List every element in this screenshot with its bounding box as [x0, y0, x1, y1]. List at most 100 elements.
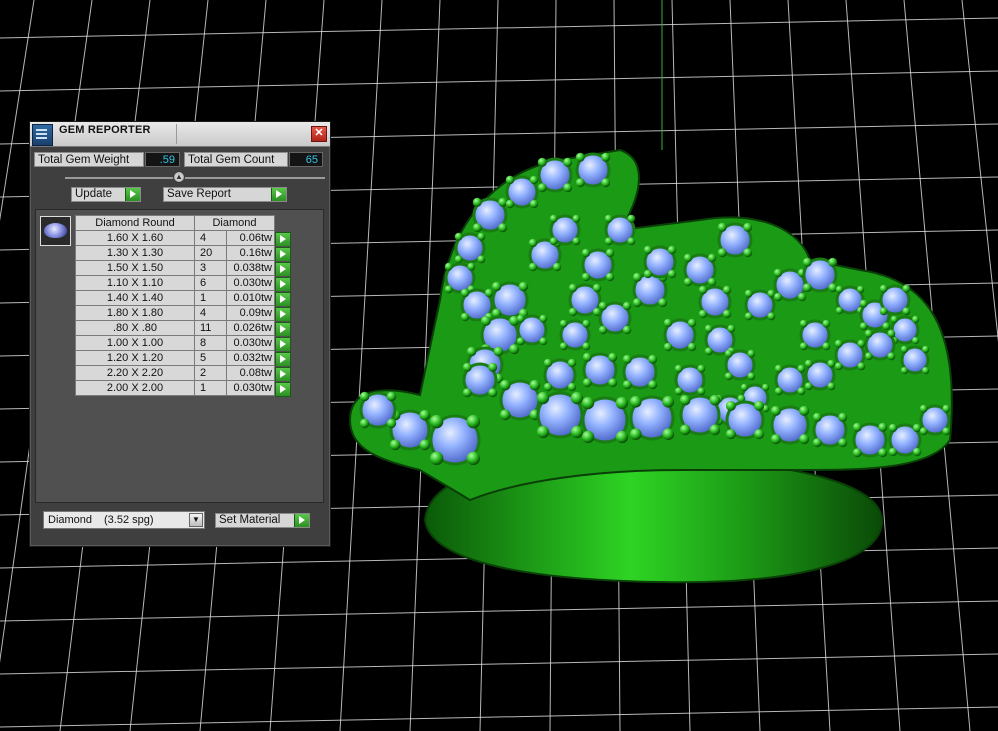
play-arrow-icon[interactable]: [275, 321, 291, 337]
gem-count: 5: [194, 350, 227, 366]
prong: [797, 387, 806, 396]
row-action[interactable]: [274, 275, 291, 292]
prong: [572, 237, 581, 246]
prong: [462, 362, 472, 372]
prong: [608, 378, 618, 388]
prong: [878, 422, 888, 432]
row-action[interactable]: [274, 290, 291, 307]
prong: [911, 315, 920, 324]
play-arrow-icon[interactable]: [275, 231, 291, 247]
table-row[interactable]: 1.10 X 1.10 6 0.030tw: [75, 275, 291, 292]
dropdown-arrow-icon[interactable]: ▼: [189, 513, 203, 527]
prong: [627, 214, 636, 223]
gem-count: 11: [194, 320, 227, 336]
prong: [773, 268, 783, 278]
play-arrow-icon[interactable]: [275, 366, 291, 382]
prong: [921, 366, 930, 375]
prong: [552, 262, 562, 272]
prong: [707, 253, 717, 263]
gem-size: 1.20 X 1.20: [75, 350, 195, 366]
table-row[interactable]: 1.00 X 1.00 8 0.030tw: [75, 335, 291, 352]
round-diamond-icon[interactable]: [40, 216, 71, 246]
slider-track[interactable]: [65, 177, 325, 179]
play-arrow-icon[interactable]: [275, 381, 291, 397]
prong: [563, 157, 573, 167]
gem-size: 1.40 X 1.40: [75, 290, 195, 306]
prong: [581, 248, 591, 258]
play-arrow-icon[interactable]: [275, 276, 291, 292]
prong: [605, 248, 615, 258]
row-action[interactable]: [274, 230, 291, 247]
prong: [359, 391, 370, 402]
table-row[interactable]: 1.40 X 1.40 1 0.010tw: [75, 290, 291, 307]
row-action[interactable]: [274, 260, 291, 277]
prong: [679, 424, 691, 436]
close-icon[interactable]: ✕: [311, 126, 327, 142]
table-row[interactable]: 2.20 X 2.20 2 0.08tw: [75, 365, 291, 382]
row-action[interactable]: [274, 350, 291, 367]
slider-knob[interactable]: ▲: [173, 171, 185, 183]
prong: [667, 245, 677, 255]
update-button[interactable]: Update: [71, 187, 141, 202]
set-material-button[interactable]: Set Material: [215, 513, 310, 528]
prong: [882, 322, 891, 331]
row-action[interactable]: [274, 305, 291, 322]
prong: [615, 396, 629, 410]
column-header-material: Diamond: [194, 215, 275, 231]
play-arrow-icon[interactable]: [275, 291, 291, 307]
material-spg: (3.52 spg): [104, 514, 154, 526]
row-action[interactable]: [274, 365, 291, 382]
grid-line: [0, 706, 998, 728]
gem-weight: 0.032tw: [226, 350, 275, 366]
prong: [570, 425, 584, 439]
play-arrow-icon[interactable]: [275, 306, 291, 322]
prong: [754, 400, 765, 411]
row-action[interactable]: [274, 335, 291, 352]
row-action[interactable]: [274, 380, 291, 397]
gem-count: 4: [194, 230, 227, 246]
prong: [799, 405, 810, 416]
material-select[interactable]: Diamond (3.52 spg) ▼: [43, 511, 205, 529]
play-arrow-icon[interactable]: [275, 246, 291, 262]
table-row[interactable]: 1.80 X 1.80 4 0.09tw: [75, 305, 291, 322]
row-action[interactable]: [274, 245, 291, 262]
gem-size: 1.60 X 1.60: [75, 230, 195, 246]
gem-table-area: Diamond Round Diamond 1.60 X 1.60 4 0.06tw…: [35, 209, 324, 503]
table-row[interactable]: 1.20 X 1.20 5 0.032tw: [75, 350, 291, 367]
prong: [509, 344, 520, 355]
prong: [648, 380, 658, 390]
prong: [797, 364, 806, 373]
table-row[interactable]: .80 X .80 11 0.026tw: [75, 320, 291, 337]
prong: [622, 380, 632, 390]
prong: [429, 451, 444, 466]
prong: [743, 248, 753, 258]
gem-count: 1: [194, 380, 227, 396]
title-bar[interactable]: GEM REPORTER ✕: [30, 122, 330, 147]
prong: [567, 382, 577, 392]
row-action[interactable]: [274, 320, 291, 337]
gem-weight: 0.16tw: [226, 245, 275, 261]
prong: [460, 288, 470, 298]
table-row[interactable]: 1.60 X 1.60 4 0.06tw: [75, 230, 291, 247]
prong: [539, 314, 548, 323]
play-arrow-icon[interactable]: [275, 261, 291, 277]
prong: [828, 283, 838, 293]
prong: [834, 339, 843, 348]
prong: [942, 404, 951, 413]
play-arrow-icon[interactable]: [275, 336, 291, 352]
table-row[interactable]: 2.00 X 2.00 1 0.030tw: [75, 380, 291, 397]
gem-size: 1.80 X 1.80: [75, 305, 195, 321]
prong: [466, 414, 481, 429]
prong: [581, 430, 595, 444]
prong: [627, 237, 636, 246]
play-arrow-icon[interactable]: [275, 351, 291, 367]
gem-weight: 0.030tw: [226, 275, 275, 291]
prong: [466, 346, 477, 357]
table-row[interactable]: 1.50 X 1.50 3 0.038tw: [75, 260, 291, 277]
prong: [799, 342, 808, 351]
save-report-button[interactable]: Save Report: [163, 187, 287, 202]
prong: [499, 409, 511, 421]
prong: [747, 372, 756, 381]
table-row[interactable]: 1.30 X 1.30 20 0.16tw: [75, 245, 291, 262]
prong: [570, 391, 584, 405]
